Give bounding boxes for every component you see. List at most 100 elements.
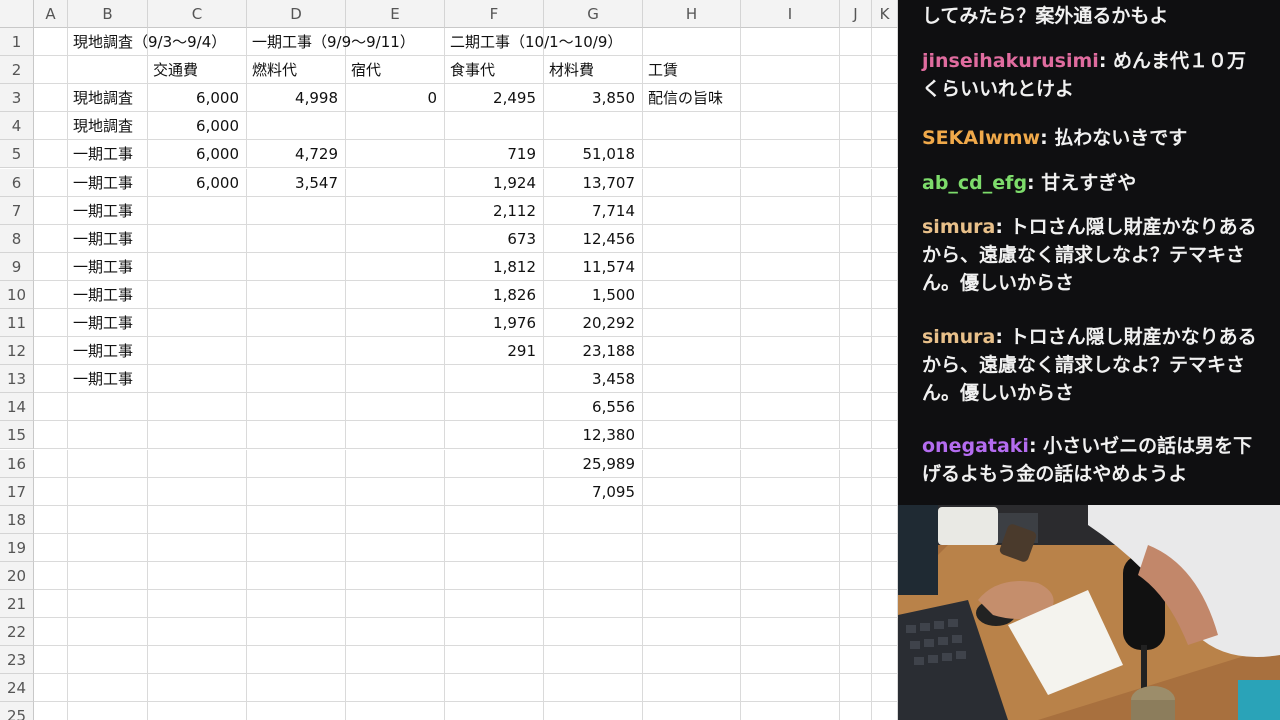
cell-E23[interactable] (346, 646, 445, 675)
cell-G5[interactable]: 51,018 (544, 140, 643, 169)
cell-J25[interactable] (840, 702, 872, 720)
cell-I16[interactable] (741, 449, 840, 478)
cell-C18[interactable] (148, 505, 247, 534)
cell-J23[interactable] (840, 646, 872, 675)
column-header-b[interactable]: B (68, 0, 148, 28)
cell-E19[interactable] (346, 533, 445, 562)
cell-F20[interactable] (445, 561, 544, 590)
cell-F19[interactable] (445, 533, 544, 562)
spreadsheet[interactable]: ABCDEFGHIJK 1 現地調査（9/3〜9/4） 一期工事（9/9〜9/11）… (0, 0, 898, 720)
cell-D14[interactable] (247, 393, 346, 422)
cell-J18[interactable] (840, 505, 872, 534)
cell-F13[interactable] (445, 365, 544, 394)
cell-B11[interactable]: 一期工事 (68, 309, 148, 337)
cell-K17[interactable] (872, 477, 898, 506)
cell-D11[interactable] (247, 309, 346, 337)
cell-E9[interactable] (346, 252, 445, 281)
cell-I14[interactable] (741, 393, 840, 422)
cell-F10[interactable]: 1,826 (445, 280, 544, 309)
cell-H22[interactable] (643, 618, 741, 647)
cell-G14[interactable]: 6,556 (544, 393, 643, 422)
cell-I19[interactable] (741, 533, 840, 562)
cell-K15[interactable] (872, 421, 898, 450)
cell-F7[interactable]: 2,112 (445, 196, 544, 225)
cell-J6[interactable] (840, 168, 872, 197)
cell-D22[interactable] (247, 618, 346, 647)
cell-C4[interactable]: 6,000 (148, 112, 247, 141)
cell-B18[interactable] (68, 505, 148, 534)
cell-J3[interactable] (840, 84, 872, 113)
cell-K8[interactable] (872, 224, 898, 253)
row-header-17[interactable]: 17 (0, 477, 34, 506)
cell-H2[interactable]: 工賃 (643, 56, 741, 85)
cell-E17[interactable] (346, 477, 445, 506)
cell-F16[interactable] (445, 449, 544, 478)
cell-I11[interactable] (741, 309, 840, 337)
cell-H10[interactable] (643, 280, 741, 309)
cell-C20[interactable] (148, 561, 247, 590)
cell-G9[interactable]: 11,574 (544, 252, 643, 281)
row-header-14[interactable]: 14 (0, 393, 34, 422)
cell-C19[interactable] (148, 533, 247, 562)
cell-G4[interactable] (544, 112, 643, 141)
cell-J11[interactable] (840, 309, 872, 337)
cell-C14[interactable] (148, 393, 247, 422)
row-header-7[interactable]: 7 (0, 196, 34, 225)
cell-C12[interactable] (148, 337, 247, 366)
cell-J8[interactable] (840, 224, 872, 253)
column-header-k[interactable]: K (872, 0, 898, 28)
cell-A1[interactable] (34, 28, 68, 56)
cell-H15[interactable] (643, 421, 741, 450)
row-header-3[interactable]: 3 (0, 84, 34, 113)
cell-I18[interactable] (741, 505, 840, 534)
cell-K13[interactable] (872, 365, 898, 394)
cell-D16[interactable] (247, 449, 346, 478)
cell-K25[interactable] (872, 702, 898, 720)
cell-D12[interactable] (247, 337, 346, 366)
row-header-21[interactable]: 21 (0, 590, 34, 618)
cell-K11[interactable] (872, 309, 898, 337)
cell-G24[interactable] (544, 674, 643, 703)
cell-J14[interactable] (840, 393, 872, 422)
cell-I23[interactable] (741, 646, 840, 675)
cell-E13[interactable] (346, 365, 445, 394)
cell-B19[interactable] (68, 533, 148, 562)
cell-J19[interactable] (840, 533, 872, 562)
cell-F2[interactable]: 食事代 (445, 56, 544, 85)
cell-C10[interactable] (148, 280, 247, 309)
row-header-19[interactable]: 19 (0, 533, 34, 562)
cell-K5[interactable] (872, 140, 898, 169)
cell-G13[interactable]: 3,458 (544, 365, 643, 394)
cell-C24[interactable] (148, 674, 247, 703)
cell-B16[interactable] (68, 449, 148, 478)
cell-K7[interactable] (872, 196, 898, 225)
cell-H19[interactable] (643, 533, 741, 562)
cell-H5[interactable] (643, 140, 741, 169)
row-header-1[interactable]: 1 (0, 28, 34, 56)
row-header-2[interactable]: 2 (0, 56, 34, 85)
cell-K1[interactable] (872, 28, 898, 56)
cell-J9[interactable] (840, 252, 872, 281)
column-header-f[interactable]: F (445, 0, 544, 28)
cell-A9[interactable] (34, 252, 68, 281)
cell-D19[interactable] (247, 533, 346, 562)
cell-E3[interactable]: 0 (346, 84, 445, 113)
cell-C13[interactable] (148, 365, 247, 394)
cell-C17[interactable] (148, 477, 247, 506)
cell-A25[interactable] (34, 702, 68, 720)
cell-C8[interactable] (148, 224, 247, 253)
cell-I5[interactable] (741, 140, 840, 169)
cell-H3[interactable]: 配信の旨味 (643, 84, 741, 113)
cell-F3[interactable]: 2,495 (445, 84, 544, 113)
row-header-23[interactable]: 23 (0, 646, 34, 675)
cell-A12[interactable] (34, 337, 68, 366)
cell-H1[interactable] (643, 28, 741, 56)
cell-E6[interactable] (346, 168, 445, 197)
column-header-i[interactable]: I (741, 0, 840, 28)
cell-G22[interactable] (544, 618, 643, 647)
cell-B25[interactable] (68, 702, 148, 720)
cell-I24[interactable] (741, 674, 840, 703)
cell-I4[interactable] (741, 112, 840, 141)
cell-G17[interactable]: 7,095 (544, 477, 643, 506)
cell-H12[interactable] (643, 337, 741, 366)
